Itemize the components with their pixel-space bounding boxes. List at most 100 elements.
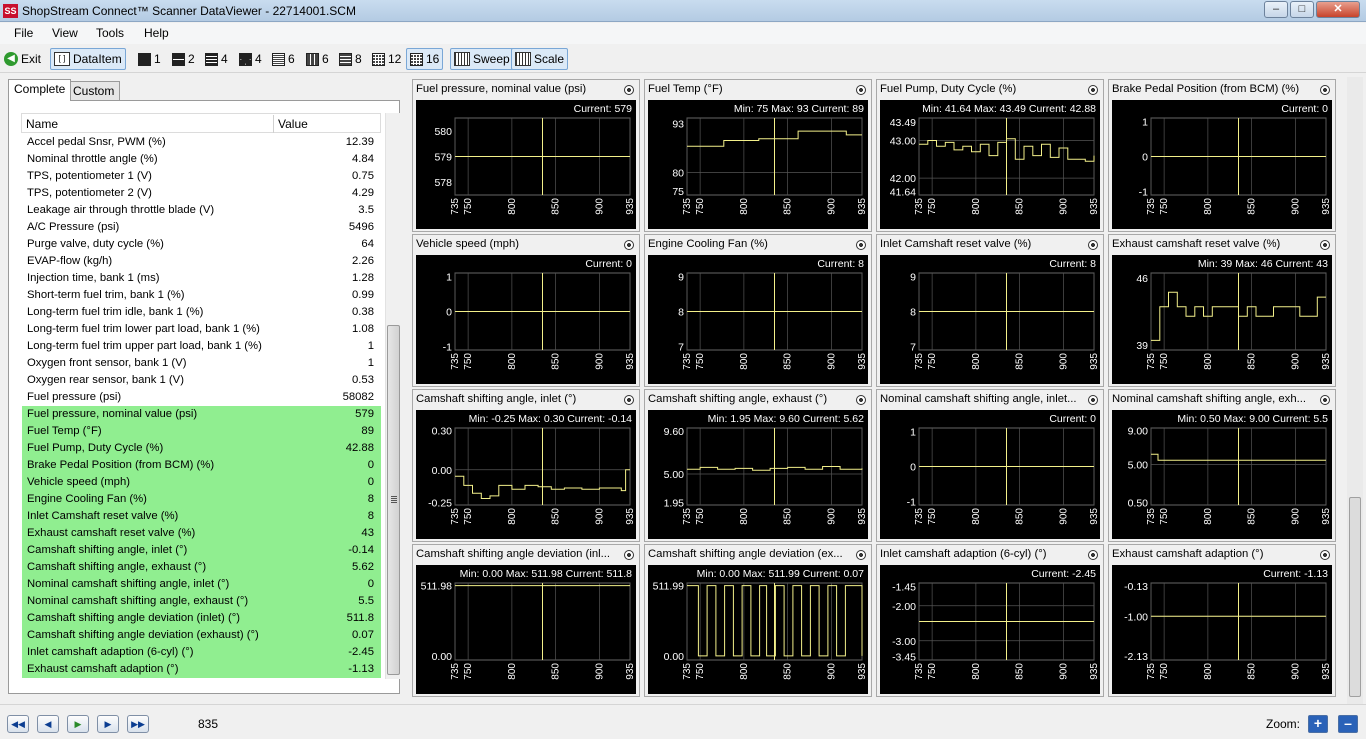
chart-options-icon[interactable] bbox=[1088, 240, 1098, 250]
play-button[interactable]: ▶ bbox=[67, 715, 89, 733]
close-button[interactable]: ✕ bbox=[1316, 1, 1360, 18]
chart-options-icon[interactable] bbox=[856, 240, 866, 250]
chart-scrollbar[interactable] bbox=[1347, 77, 1363, 704]
list-scroll-thumb[interactable] bbox=[387, 325, 400, 675]
tab-complete[interactable]: Complete bbox=[8, 79, 72, 101]
step-forward-button[interactable]: ▶ bbox=[97, 715, 119, 733]
chart-panel[interactable]: Inlet Camshaft reset valve (%) Current: 8… bbox=[876, 234, 1104, 387]
chart-options-icon[interactable] bbox=[624, 550, 634, 560]
list-item[interactable]: Inlet camshaft adaption (6-cyl) (°) -2.45 bbox=[22, 644, 381, 661]
chart-scroll-thumb[interactable] bbox=[1349, 497, 1361, 697]
list-item[interactable]: Long-term fuel trim idle, bank 1 (%) 0.38 bbox=[22, 304, 381, 321]
chart-options-icon[interactable] bbox=[624, 85, 634, 95]
list-item[interactable]: Nominal camshaft shifting angle, inlet (… bbox=[22, 576, 381, 593]
list-item[interactable]: Fuel pressure (psi) 58082 bbox=[22, 389, 381, 406]
layout-2-button[interactable]: 2 bbox=[168, 48, 199, 70]
chart-panel[interactable]: Fuel Temp (°F) Min: 75 Max: 93 Current: 8… bbox=[644, 79, 872, 232]
zoom-in-button[interactable]: + bbox=[1308, 715, 1328, 733]
list-item[interactable]: Nominal camshaft shifting angle, exhaust… bbox=[22, 593, 381, 610]
list-item[interactable]: TPS, potentiometer 2 (V) 4.29 bbox=[22, 185, 381, 202]
list-item[interactable]: Purge valve, duty cycle (%) 64 bbox=[22, 236, 381, 253]
zoom-out-button[interactable]: – bbox=[1338, 715, 1358, 733]
chart-panel[interactable]: Inlet camshaft adaption (6-cyl) (°) Curre… bbox=[876, 544, 1104, 697]
list-item[interactable]: Oxygen rear sensor, bank 1 (V) 0.53 bbox=[22, 372, 381, 389]
chart-options-icon[interactable] bbox=[1320, 550, 1330, 560]
chart-panel[interactable]: Engine Cooling Fan (%) Current: 8 735 750 80… bbox=[644, 234, 872, 387]
list-item[interactable]: Vehicle speed (mph) 0 bbox=[22, 474, 381, 491]
menu-view[interactable]: View bbox=[52, 26, 78, 40]
chart-options-icon[interactable] bbox=[1088, 85, 1098, 95]
sweep-button[interactable]: Sweep bbox=[450, 48, 514, 70]
menu-help[interactable]: Help bbox=[144, 26, 169, 40]
column-header-name[interactable]: Name bbox=[26, 117, 58, 131]
list-item[interactable]: Injection time, bank 1 (ms) 1.28 bbox=[22, 270, 381, 287]
layout-4-rows-button[interactable]: 4 bbox=[201, 48, 232, 70]
chart-panel[interactable]: Fuel Pump, Duty Cycle (%) Min: 41.64 Max:… bbox=[876, 79, 1104, 232]
layout-4-grid-button[interactable]: 4 bbox=[235, 48, 266, 70]
menu-file[interactable]: File bbox=[14, 26, 33, 40]
chart-options-icon[interactable] bbox=[624, 395, 634, 405]
list-item[interactable]: Oxygen front sensor, bank 1 (V) 1 bbox=[22, 355, 381, 372]
chart-panel[interactable]: Nominal camshaft shifting angle, inlet..… bbox=[876, 389, 1104, 542]
list-item[interactable]: Engine Cooling Fan (%) 8 bbox=[22, 491, 381, 508]
scale-button[interactable]: Scale bbox=[511, 48, 569, 70]
minimize-button[interactable]: – bbox=[1264, 1, 1288, 18]
chart-panel[interactable]: Camshaft shifting angle, exhaust (°) Min:… bbox=[644, 389, 872, 542]
chart-options-icon[interactable] bbox=[1320, 395, 1330, 405]
list-item[interactable]: Exhaust camshaft adaption (°) -1.13 bbox=[22, 661, 381, 678]
layout-8-button[interactable]: 8 bbox=[335, 48, 366, 70]
list-item[interactable]: TPS, potentiometer 1 (V) 0.75 bbox=[22, 168, 381, 185]
list-item[interactable]: Long-term fuel trim upper part load, ban… bbox=[22, 338, 381, 355]
chart-options-icon[interactable] bbox=[1088, 550, 1098, 560]
list-item[interactable]: Inlet Camshaft reset valve (%) 8 bbox=[22, 508, 381, 525]
chart-panel[interactable]: Camshaft shifting angle deviation (inl..… bbox=[412, 544, 640, 697]
list-item[interactable]: Camshaft shifting angle, inlet (°) -0.14 bbox=[22, 542, 381, 559]
exit-button[interactable]: ◀ Exit bbox=[0, 48, 45, 70]
list-item[interactable]: Fuel Pump, Duty Cycle (%) 42.88 bbox=[22, 440, 381, 457]
chart-panel[interactable]: Exhaust camshaft adaption (°) Current: -1… bbox=[1108, 544, 1336, 697]
list-item[interactable]: Fuel Temp (°F) 89 bbox=[22, 423, 381, 440]
chart-panel[interactable]: Vehicle speed (mph) Current: 0 735 750 800 85… bbox=[412, 234, 640, 387]
list-item[interactable]: Accel pedal Snsr, PWM (%) 12.39 bbox=[22, 134, 381, 151]
chart-options-icon[interactable] bbox=[1088, 395, 1098, 405]
list-scrollbar[interactable] bbox=[385, 113, 400, 679]
chart-panel[interactable]: Camshaft shifting angle deviation (ex...… bbox=[644, 544, 872, 697]
step-back-button[interactable]: ◀ bbox=[37, 715, 59, 733]
chart-panel[interactable]: Fuel pressure, nominal value (psi) Curren… bbox=[412, 79, 640, 232]
list-item[interactable]: Short-term fuel trim, bank 1 (%) 0.99 bbox=[22, 287, 381, 304]
chart-panel[interactable]: Exhaust camshaft reset valve (%) Min: 39 … bbox=[1108, 234, 1336, 387]
list-item[interactable]: Camshaft shifting angle, exhaust (°) 5.62 bbox=[22, 559, 381, 576]
chart-options-icon[interactable] bbox=[1320, 240, 1330, 250]
list-item[interactable]: Fuel pressure, nominal value (psi) 579 bbox=[22, 406, 381, 423]
chart-panel[interactable]: Nominal camshaft shifting angle, exh... M… bbox=[1108, 389, 1336, 542]
list-item[interactable]: A/C Pressure (psi) 5496 bbox=[22, 219, 381, 236]
chart-panel[interactable]: Brake Pedal Position (from BCM) (%) Curre… bbox=[1108, 79, 1336, 232]
list-item[interactable]: Leakage air through throttle blade (V) 3.… bbox=[22, 202, 381, 219]
layout-16-button[interactable]: 16 bbox=[406, 48, 444, 70]
chart-options-icon[interactable] bbox=[856, 550, 866, 560]
layout-6-grid-button[interactable]: 6 bbox=[302, 48, 333, 70]
maximize-button[interactable]: □ bbox=[1290, 1, 1314, 18]
fast-forward-button[interactable]: ▶▶ bbox=[127, 715, 149, 733]
chart-options-icon[interactable] bbox=[856, 85, 866, 95]
chart-panel[interactable]: Camshaft shifting angle, inlet (°) Min: -… bbox=[412, 389, 640, 542]
tab-custom[interactable]: Custom bbox=[67, 81, 121, 100]
list-item[interactable]: Camshaft shifting angle deviation (inlet… bbox=[22, 610, 381, 627]
rewind-button[interactable]: ◀◀ bbox=[7, 715, 29, 733]
menu-tools[interactable]: Tools bbox=[96, 26, 124, 40]
layout-1-button[interactable]: 1 bbox=[134, 48, 165, 70]
dataitem-button[interactable]: [ ] DataItem bbox=[50, 48, 126, 70]
list-item[interactable]: Camshaft shifting angle deviation (exhau… bbox=[22, 627, 381, 644]
list-item[interactable]: Nominal throttle angle (%) 4.84 bbox=[22, 151, 381, 168]
chart-options-icon[interactable] bbox=[856, 395, 866, 405]
list-item[interactable]: Exhaust camshaft reset valve (%) 43 bbox=[22, 525, 381, 542]
layout-12-button[interactable]: 12 bbox=[368, 48, 405, 70]
column-header-value[interactable]: Value bbox=[278, 117, 308, 131]
column-divider[interactable] bbox=[273, 115, 274, 133]
layout-6-rows-button[interactable]: 6 bbox=[268, 48, 299, 70]
list-item[interactable]: Brake Pedal Position (from BCM) (%) 0 bbox=[22, 457, 381, 474]
chart-options-icon[interactable] bbox=[1320, 85, 1330, 95]
list-item[interactable]: Long-term fuel trim lower part load, ban… bbox=[22, 321, 381, 338]
chart-options-icon[interactable] bbox=[624, 240, 634, 250]
list-item[interactable]: EVAP-flow (kg/h) 2.26 bbox=[22, 253, 381, 270]
